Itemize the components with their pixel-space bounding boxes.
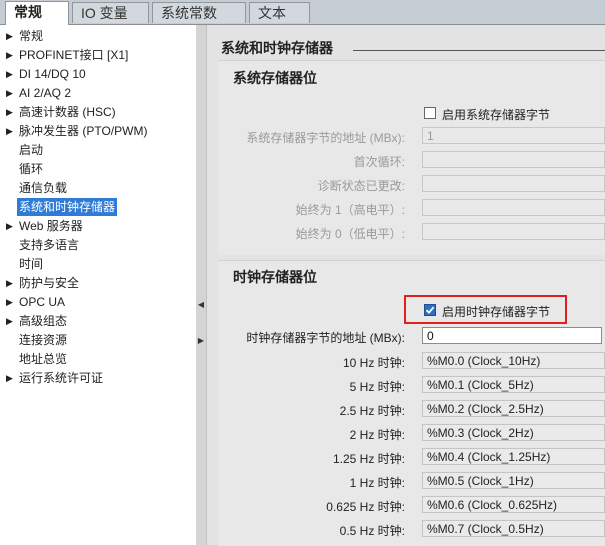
clock-bit-field: %M0.0 (Clock_10Hz)	[422, 352, 605, 369]
system-memory-field: 1	[422, 127, 605, 144]
tree-item-label: 时间	[19, 257, 44, 271]
system-memory-row-label: 诊断状态已更改:	[317, 179, 405, 193]
clock-bit-label: 1.25 Hz 时钟:	[332, 452, 405, 466]
expand-arrow-icon[interactable]: ▶	[6, 217, 13, 235]
tree-item[interactable]: 支持多语言	[0, 236, 196, 254]
tree-item-label: 地址总览	[19, 352, 68, 366]
collapse-left-arrow-icon[interactable]: ◀	[197, 297, 205, 313]
clock-bit-field: %M0.7 (Clock_0.5Hz)	[422, 520, 605, 537]
system-memory-row-label: 首次循环:	[353, 155, 405, 169]
clock-bit-field: %M0.2 (Clock_2.5Hz)	[422, 400, 605, 417]
page-title: 系统和时钟存储器	[221, 40, 333, 56]
clock-bit-field: %M0.3 (Clock_2Hz)	[422, 424, 605, 441]
clock-bit-field: %M0.5 (Clock_1Hz)	[422, 472, 605, 489]
navigation-tree: ▶ 常规 ▶ PROFINET接口 [X1] ▶ DI 14/DQ 10 ▶ AI 2/AQ …	[0, 25, 197, 545]
expand-arrow-icon[interactable]: ▶	[6, 103, 13, 121]
tree-item-label: 连接资源	[19, 333, 68, 347]
tab-texts[interactable]: 文本	[249, 2, 310, 23]
checkmark-icon	[425, 306, 435, 314]
clock-memory-section-title: 时钟存储器位	[233, 269, 317, 285]
expand-arrow-icon[interactable]: ▶	[6, 27, 13, 45]
tree-item-label: DI 14/DQ 10	[19, 67, 86, 81]
tree-item-label: 系统和时钟存储器	[17, 198, 118, 216]
system-memory-row-label: 始终为 0（低电平）:	[295, 227, 405, 241]
tree-item-label: AI 2/AQ 2	[19, 86, 72, 100]
tree-item[interactable]: 启动	[0, 141, 196, 159]
expand-arrow-icon[interactable]: ▶	[6, 369, 13, 387]
system-memory-field	[422, 223, 605, 240]
system-memory-field	[422, 151, 605, 168]
clock-address-input[interactable]: 0	[422, 327, 602, 344]
tree-item[interactable]: ▶ Web 服务器	[0, 217, 196, 235]
tree-item-label: 脉冲发生器 (PTO/PWM)	[19, 124, 148, 138]
tab-io-tags[interactable]: IO 变量	[72, 2, 149, 23]
tree-item-label: PROFINET接口 [X1]	[19, 48, 129, 62]
clock-address-label: 时钟存储器字节的地址 (MBx):	[246, 331, 405, 345]
tree-item[interactable]: ▶ OPC UA	[0, 293, 196, 311]
tree-item-label: 循环	[19, 162, 44, 176]
tree-item[interactable]: ▶ 脉冲发生器 (PTO/PWM)	[0, 122, 196, 140]
clock-bit-label: 10 Hz 时钟:	[342, 356, 405, 370]
tree-item[interactable]: 通信负载	[0, 179, 196, 197]
expand-arrow-icon[interactable]: ▶	[6, 84, 13, 102]
tree-item[interactable]: ▶ DI 14/DQ 10	[0, 65, 196, 83]
tree-item[interactable]: ▶ 高级组态	[0, 312, 196, 330]
properties-panel: 系统和时钟存储器 系统存储器位 启用系统存储器字节 系统存储器字节的地址 (MB…	[207, 25, 605, 546]
expand-arrow-icon[interactable]: ▶	[6, 65, 13, 83]
tree-item[interactable]: ▶ 高速计数器 (HSC)	[0, 103, 196, 121]
tree-item-label: Web 服务器	[19, 219, 83, 233]
clock-bit-label: 0.5 Hz 时钟:	[339, 524, 405, 538]
tree-item-label: 常规	[19, 29, 44, 43]
enable-clock-memory-label: 启用时钟存储器字节	[442, 305, 551, 319]
enable-clock-memory-checkbox[interactable]	[424, 304, 436, 316]
system-memory-row-label: 始终为 1（高电平）:	[295, 203, 405, 217]
clock-bit-field: %M0.1 (Clock_5Hz)	[422, 376, 605, 393]
system-memory-field	[422, 175, 605, 192]
tab-bar: 常规 IO 变量 系统常数 文本	[0, 0, 605, 25]
tree-item[interactable]: 连接资源	[0, 331, 196, 349]
tree-item[interactable]: 循环	[0, 160, 196, 178]
tree-item-label: OPC UA	[19, 295, 66, 309]
enable-system-memory-checkbox[interactable]	[424, 107, 436, 119]
panel-splitter[interactable]: ◀ ▶	[196, 25, 207, 545]
tree-item[interactable]: ▶ AI 2/AQ 2	[0, 84, 196, 102]
clock-memory-section: 时钟存储器位 启用时钟存储器字节 时钟存储器字节的地址 (MBx): 0 10 …	[218, 260, 605, 546]
tree-item-label: 防护与安全	[19, 276, 80, 290]
clock-bit-label: 1 Hz 时钟:	[349, 476, 405, 490]
system-memory-section: 系统存储器位 启用系统存储器字节 系统存储器字节的地址 (MBx): 1 首次循环:…	[218, 60, 605, 255]
expand-arrow-icon[interactable]: ▶	[6, 312, 13, 330]
tree-item[interactable]: 系统和时钟存储器	[0, 198, 196, 216]
title-divider	[353, 50, 605, 51]
clock-bit-field: %M0.6 (Clock_0.625Hz)	[422, 496, 605, 513]
tree-item-label: 支持多语言	[19, 238, 80, 252]
expand-right-arrow-icon[interactable]: ▶	[197, 333, 205, 349]
tree-item[interactable]: ▶ 运行系统许可证	[0, 369, 196, 387]
clock-bit-field: %M0.4 (Clock_1.25Hz)	[422, 448, 605, 465]
tree-item[interactable]: 地址总览	[0, 350, 196, 368]
expand-arrow-icon[interactable]: ▶	[6, 293, 13, 311]
tree-item-label: 高速计数器 (HSC)	[19, 105, 116, 119]
system-memory-section-title: 系统存储器位	[233, 70, 317, 86]
tree-item[interactable]: ▶ 防护与安全	[0, 274, 196, 292]
tree-item-label: 运行系统许可证	[19, 371, 104, 385]
clock-bit-label: 0.625 Hz 时钟:	[326, 500, 405, 514]
clock-bit-label: 2.5 Hz 时钟:	[339, 404, 405, 418]
clock-bit-label: 2 Hz 时钟:	[349, 428, 405, 442]
expand-arrow-icon[interactable]: ▶	[6, 46, 13, 64]
tree-item[interactable]: ▶ 常规	[0, 27, 196, 45]
tab-system-constants[interactable]: 系统常数	[152, 2, 246, 23]
enable-system-memory-label: 启用系统存储器字节	[442, 108, 551, 122]
tab-general[interactable]: 常规	[5, 1, 69, 25]
tree-item[interactable]: ▶ PROFINET接口 [X1]	[0, 46, 196, 64]
expand-arrow-icon[interactable]: ▶	[6, 274, 13, 292]
tree-item[interactable]: 时间	[0, 255, 196, 273]
system-memory-field	[422, 199, 605, 216]
tree-item-label: 通信负载	[19, 181, 68, 195]
expand-arrow-icon[interactable]: ▶	[6, 122, 13, 140]
tree-item-label: 启动	[19, 143, 44, 157]
tree-item-label: 高级组态	[19, 314, 68, 328]
system-memory-row-label: 系统存储器字节的地址 (MBx):	[246, 131, 405, 145]
clock-bit-label: 5 Hz 时钟:	[349, 380, 405, 394]
